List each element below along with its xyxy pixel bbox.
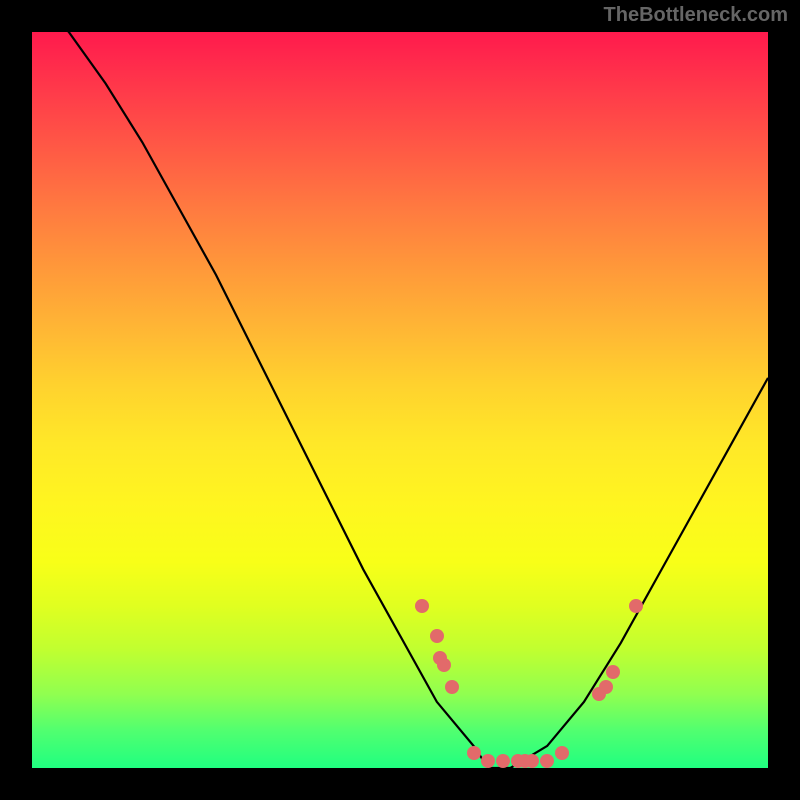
data-point: [599, 680, 613, 694]
data-point: [496, 754, 510, 768]
data-point: [415, 599, 429, 613]
watermark-text: TheBottleneck.com: [604, 4, 788, 27]
data-point: [555, 746, 569, 760]
data-point: [629, 599, 643, 613]
data-point: [445, 680, 459, 694]
data-point: [525, 754, 539, 768]
chart-plot-area: [32, 32, 768, 768]
data-points-layer: [32, 32, 768, 768]
data-point: [467, 746, 481, 760]
data-point: [437, 658, 451, 672]
data-point: [481, 754, 495, 768]
data-point: [606, 665, 620, 679]
data-point: [430, 629, 444, 643]
data-point: [540, 754, 554, 768]
